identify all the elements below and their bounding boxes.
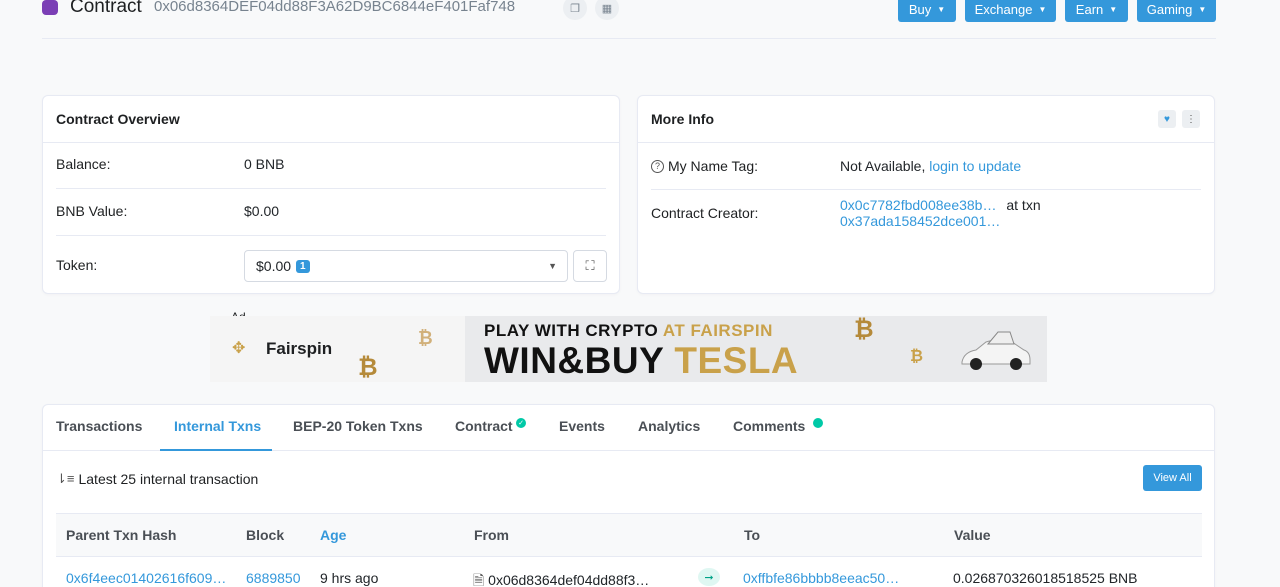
chevron-down-icon: ▼ bbox=[1109, 4, 1118, 14]
column-value: Value bbox=[954, 527, 991, 543]
contract-overview-title: Contract Overview bbox=[43, 96, 619, 143]
expand-icon[interactable]: ⛶ bbox=[573, 250, 607, 282]
fairspin-logo-icon: ✥ bbox=[232, 340, 246, 357]
gaming-menu-button[interactable]: Gaming ▼ bbox=[1137, 0, 1216, 22]
token-count-badge: 1 bbox=[296, 259, 310, 273]
notification-dot-icon bbox=[813, 418, 823, 428]
contract-creator-label: Contract Creator: bbox=[651, 205, 759, 221]
sort-icon: ⇂≡ bbox=[56, 471, 75, 486]
latest-transactions-summary: ⇂≡ Latest 25 internal transaction bbox=[56, 471, 258, 487]
bitcoin-icon: ₿ bbox=[854, 316, 874, 343]
bitcoin-icon: ₿ bbox=[910, 348, 924, 365]
table-header: Parent Txn Hash Block Age From To Value bbox=[56, 513, 1202, 557]
qr-code-icon[interactable]: ▦ bbox=[595, 0, 619, 20]
row-divider bbox=[56, 188, 606, 189]
ad-banner[interactable]: ✥ Fairspin ₿ ₿ PLAY WITH CRYPTO AT FAIRS… bbox=[210, 316, 1047, 382]
name-tag-label: My Name Tag: bbox=[668, 158, 758, 174]
ad-left-panel: ✥ Fairspin ₿ ₿ bbox=[210, 316, 465, 382]
token-label: Token: bbox=[56, 257, 98, 273]
bnb-value: $0.00 bbox=[244, 203, 280, 219]
column-block: Block bbox=[246, 527, 285, 543]
contract-file-icon: 🗎 bbox=[473, 572, 485, 587]
row-divider bbox=[56, 235, 606, 236]
from-address[interactable]: 🗎 0x06d8364def04dd88f3… bbox=[473, 570, 649, 587]
ad-line2-part-a: WIN&BUY bbox=[484, 340, 664, 381]
name-tag-value: Not Available, bbox=[840, 158, 926, 174]
more-info-title: More Info bbox=[638, 96, 1214, 143]
page-title: Contract bbox=[70, 0, 142, 17]
tab-transactions[interactable]: Transactions bbox=[56, 418, 142, 434]
column-age[interactable]: Age bbox=[320, 527, 346, 543]
name-tag-row: ? My Name Tag: Not Available, login to u… bbox=[651, 158, 1201, 174]
column-to: To bbox=[744, 527, 761, 543]
creator-txn-link[interactable]: 0x37ada158452dce001… bbox=[840, 213, 1000, 229]
buy-menu-button[interactable]: Buy ▼ bbox=[898, 0, 956, 22]
arrow-right-icon: ➞ bbox=[698, 568, 720, 586]
latest-text: Latest 25 internal transaction bbox=[78, 471, 259, 487]
bitcoin-icon: ₿ bbox=[418, 328, 433, 348]
balance-row: Balance: 0 BNB bbox=[56, 156, 606, 172]
transactions-card: Transactions Internal Txns BEP-20 Token … bbox=[42, 404, 1215, 587]
login-to-update-link[interactable]: login to update bbox=[929, 158, 1021, 174]
bnb-value-row: BNB Value: $0.00 bbox=[56, 203, 606, 219]
value-amount: 0.026870326018518525 BNB bbox=[953, 570, 1138, 586]
contract-creator-row: Contract Creator: 0x0c7782fbd008ee38b… a… bbox=[651, 197, 1201, 229]
header-divider bbox=[42, 38, 1216, 39]
bitcoin-icon: ₿ bbox=[358, 354, 378, 381]
row-divider bbox=[651, 189, 1201, 190]
earn-menu-button[interactable]: Earn ▼ bbox=[1065, 0, 1128, 22]
earn-menu-label: Earn bbox=[1075, 1, 1104, 17]
tab-contract[interactable]: Contract bbox=[455, 418, 513, 434]
balance-value: 0 BNB bbox=[244, 156, 285, 172]
contract-logo-icon bbox=[42, 0, 58, 15]
token-dropdown[interactable]: $0.00 1 ▼ bbox=[244, 250, 568, 282]
tab-internal-txns[interactable]: Internal Txns bbox=[174, 418, 261, 434]
buy-menu-label: Buy bbox=[908, 1, 932, 17]
balance-label: Balance: bbox=[56, 156, 111, 172]
ad-line1-part-b: AT FAIRSPIN bbox=[662, 321, 773, 340]
block-link[interactable]: 6889850 bbox=[246, 570, 301, 586]
exchange-menu-label: Exchange bbox=[974, 1, 1033, 17]
creator-address-link[interactable]: 0x0c7782fbd008ee38b… bbox=[840, 197, 996, 213]
parent-txn-hash-link[interactable]: 0x6f4eec01402616f609… bbox=[66, 570, 226, 586]
chevron-down-icon: ▼ bbox=[1198, 4, 1207, 14]
bnb-value-label: BNB Value: bbox=[56, 203, 128, 219]
tab-analytics[interactable]: Analytics bbox=[638, 418, 700, 434]
page-header: Contract 0x06d8364DEF04dd88F3A62D9BC6844… bbox=[0, 0, 1280, 40]
gaming-menu-label: Gaming bbox=[1146, 1, 1193, 17]
verified-check-icon: ✓ bbox=[516, 418, 526, 428]
copy-icon[interactable]: ❐ bbox=[563, 0, 587, 20]
ad-line2-part-b: TESLA bbox=[674, 340, 799, 381]
more-info-card: More Info ♥ ⋮ ? My Name Tag: Not Availab… bbox=[637, 95, 1215, 294]
tab-bar: Transactions Internal Txns BEP-20 Token … bbox=[43, 405, 1214, 451]
age-value: 9 hrs ago bbox=[320, 570, 379, 586]
tab-bep20-token-txns[interactable]: BEP-20 Token Txns bbox=[293, 418, 423, 434]
tab-events[interactable]: Events bbox=[559, 418, 605, 434]
active-tab-underline bbox=[160, 449, 272, 451]
column-parent-txn-hash: Parent Txn Hash bbox=[66, 527, 177, 543]
help-circle-icon: ? bbox=[651, 159, 664, 173]
contract-address: 0x06d8364DEF04dd88F3A62D9BC6844eF401Faf7… bbox=[154, 0, 516, 15]
at-txn-label: at txn bbox=[1006, 197, 1041, 213]
exchange-menu-button[interactable]: Exchange ▼ bbox=[965, 0, 1056, 22]
from-address-text: 0x06d8364def04dd88f3… bbox=[488, 572, 650, 587]
more-options-icon[interactable]: ⋮ bbox=[1182, 110, 1200, 128]
chevron-down-icon: ▼ bbox=[548, 261, 557, 271]
contract-overview-card: Contract Overview Balance: 0 BNB BNB Val… bbox=[42, 95, 620, 294]
chevron-down-icon: ▼ bbox=[1038, 4, 1047, 14]
chevron-down-icon: ▼ bbox=[937, 4, 946, 14]
view-all-button[interactable]: View All bbox=[1143, 465, 1202, 491]
to-address-link[interactable]: 0xffbfe86bbbb8eeac50… bbox=[743, 570, 899, 586]
car-icon bbox=[961, 331, 1031, 370]
ad-headline-line2: WIN&BUY TESLA bbox=[484, 340, 798, 382]
heart-icon[interactable]: ♥ bbox=[1158, 110, 1176, 128]
token-value: $0.00 bbox=[256, 258, 292, 274]
tab-comments[interactable]: Comments bbox=[733, 418, 805, 434]
ad-line1-part-a: PLAY WITH CRYPTO bbox=[484, 321, 659, 340]
column-from: From bbox=[474, 527, 509, 543]
ad-headline-line1: PLAY WITH CRYPTO AT FAIRSPIN bbox=[484, 321, 773, 341]
ad-brand: Fairspin bbox=[266, 339, 333, 358]
